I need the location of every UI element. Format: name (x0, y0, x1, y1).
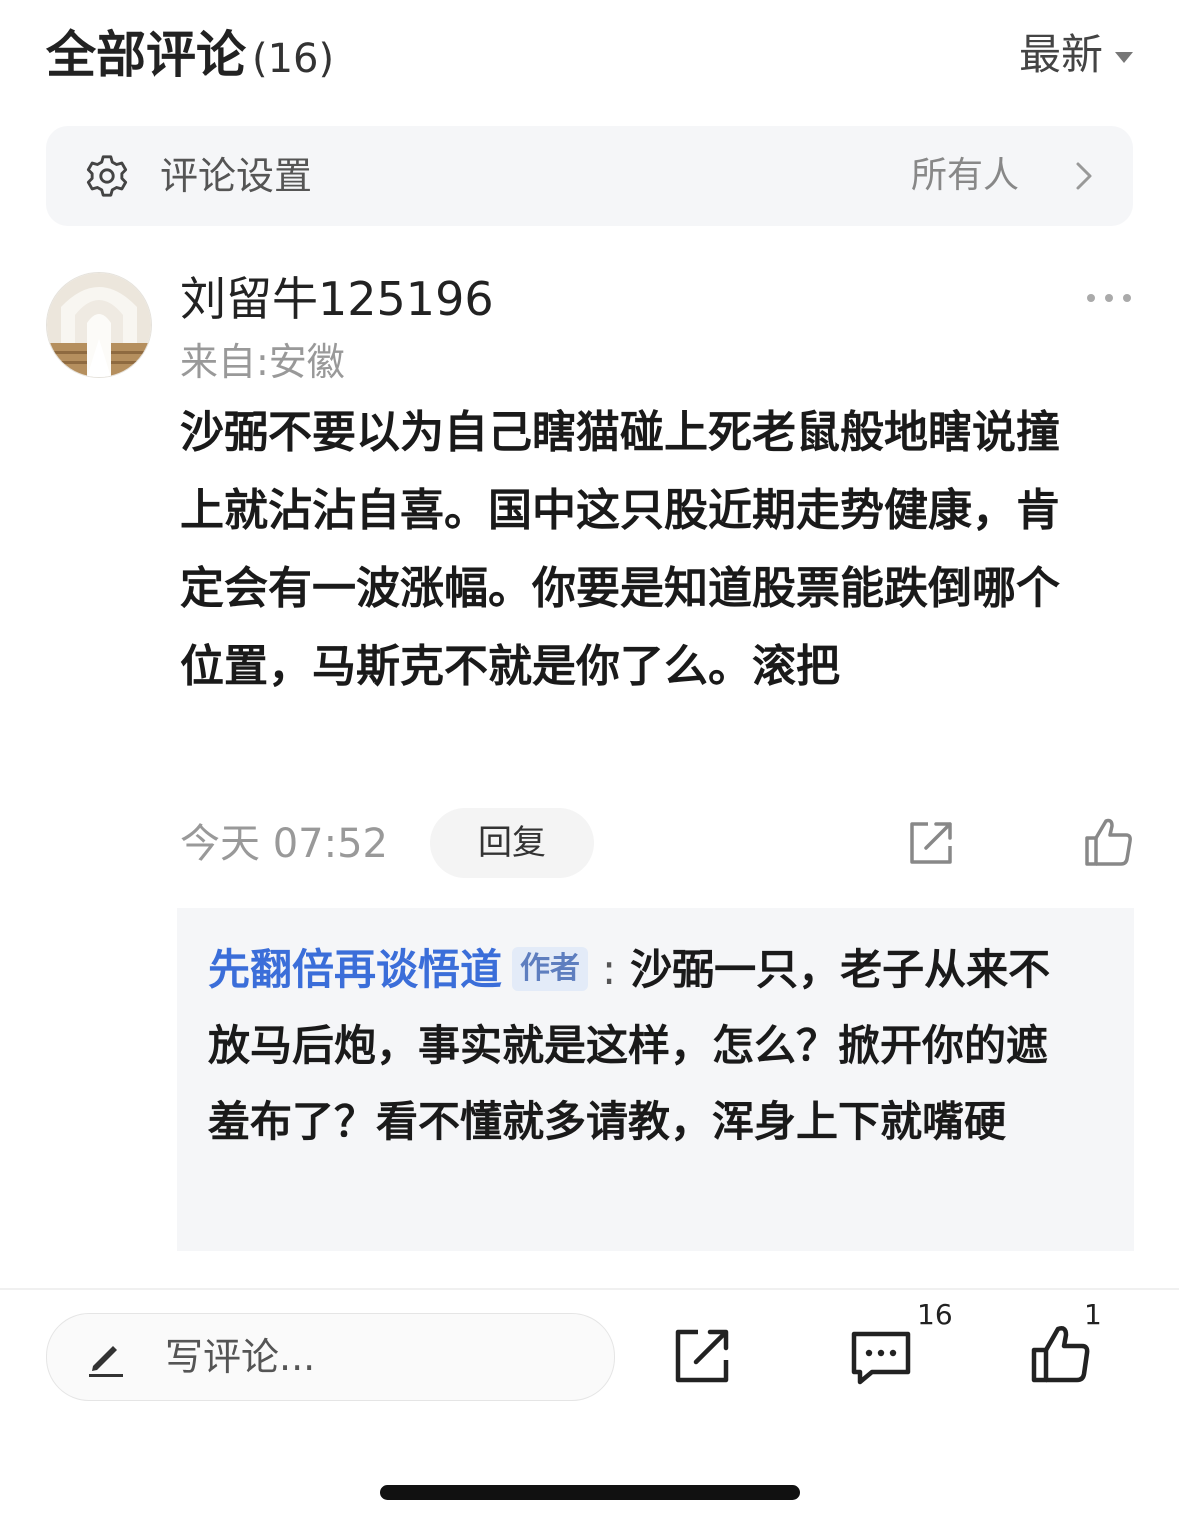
comment-input-placeholder: 写评论... (165, 1335, 316, 1379)
pencil-icon (89, 1346, 123, 1377)
comment-username[interactable]: 刘留牛125196 (180, 268, 494, 330)
share-icon[interactable] (672, 1326, 732, 1386)
comment-input[interactable]: 写评论... (46, 1313, 615, 1401)
comment-icon[interactable] (850, 1330, 912, 1386)
avatar-image (47, 273, 151, 377)
share-icon[interactable] (906, 818, 956, 868)
avatar[interactable] (46, 272, 152, 378)
reply-author[interactable]: 先翻倍再谈悟道 (208, 945, 502, 994)
comment-settings-value: 所有人 (910, 155, 1019, 196)
comments-title-text: 全部评论 (46, 26, 246, 84)
comments-header: 全部评论 (16) 最新 (46, 22, 1133, 92)
comments-count: (16) (252, 36, 335, 82)
caret-down-icon (1115, 52, 1133, 63)
comment-location: 来自:安徽 (180, 340, 345, 384)
bottom-divider (0, 1288, 1179, 1290)
thumbs-up-icon[interactable] (1082, 816, 1134, 868)
author-badge: 作者 (512, 947, 589, 991)
reply-button[interactable]: 回复 (430, 808, 594, 878)
comment-time: 今天 07:52 (180, 821, 388, 867)
comments-title: 全部评论 (16) (46, 22, 334, 92)
reply-colon: : (602, 945, 617, 994)
sort-dropdown[interactable]: 最新 (1019, 22, 1133, 88)
comment-count-badge: 16 (917, 1298, 953, 1331)
sort-label: 最新 (1018, 30, 1103, 79)
reply-text-block: 先翻倍再谈悟道 作者: 沙弼一只，老子从来不放马后炮，事实就是这样，怎么？掀开你的遮… (208, 932, 1088, 1160)
like-count-badge: 1 (1084, 1298, 1102, 1331)
thumbs-up-icon[interactable] (1030, 1324, 1092, 1384)
more-icon[interactable] (1085, 288, 1133, 308)
author-reply: 先翻倍再谈悟道 作者: 沙弼一只，老子从来不放马后炮，事实就是这样，怎么？掀开你的遮… (177, 908, 1134, 1251)
home-indicator[interactable] (380, 1485, 800, 1500)
chevron-right-icon (1076, 162, 1092, 190)
comment-content: 沙弼不要以为自己瞎猫碰上死老鼠般地瞎说撞上就沾沾自喜。国中这只股近期走势健康，肯… (180, 407, 1060, 692)
gear-icon (86, 155, 128, 197)
comment-settings-row[interactable]: 评论设置 所有人 (46, 126, 1133, 226)
comment-settings-label: 评论设置 (160, 154, 313, 198)
